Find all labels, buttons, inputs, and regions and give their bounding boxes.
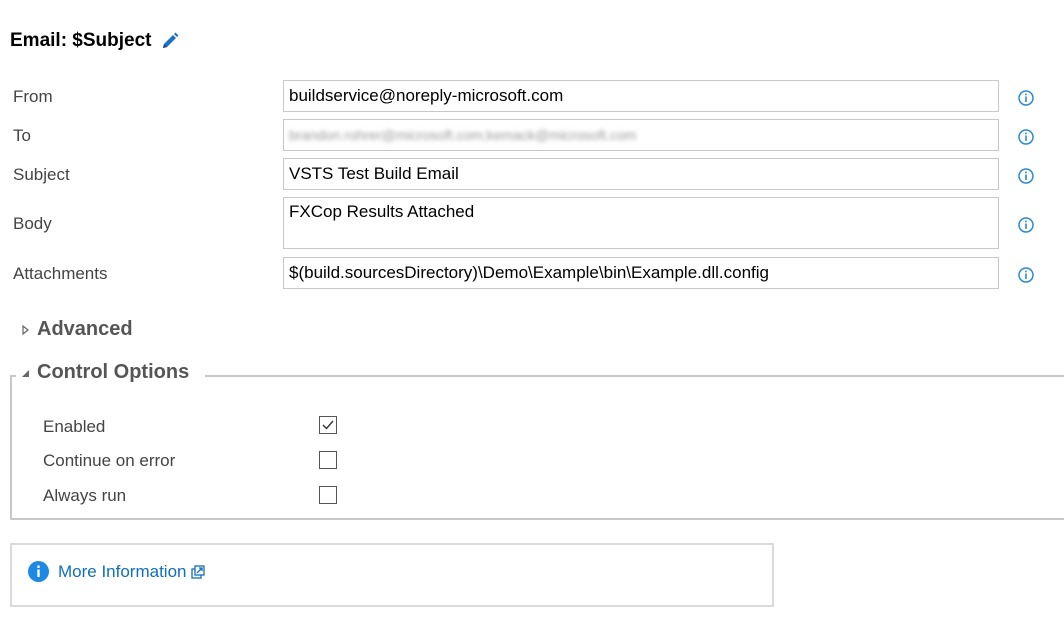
attachments-field-value: $(build.sourcesDirectory)\Demo\Example\b…: [289, 263, 769, 282]
attachments-field[interactable]: $(build.sourcesDirectory)\Demo\Example\b…: [283, 257, 999, 289]
body-field[interactable]: FXCop Results Attached: [283, 197, 999, 249]
info-icon: [28, 561, 49, 582]
control-options-section-label: Control Options: [37, 361, 190, 383]
always-run-checkbox[interactable]: [319, 486, 337, 504]
advanced-section-toggle[interactable]: Advanced: [20, 318, 133, 341]
control-options-divider-left: [10, 375, 16, 377]
from-info-icon[interactable]: [1018, 90, 1034, 106]
continue-on-error-checkbox[interactable]: [319, 451, 337, 469]
control-options-section-toggle[interactable]: Control Options: [20, 361, 194, 384]
external-link-icon: [190, 564, 205, 579]
advanced-section-label: Advanced: [37, 318, 133, 340]
subject-label: Subject: [13, 165, 70, 184]
body-info-icon[interactable]: [1018, 217, 1034, 233]
from-label: From: [13, 87, 53, 106]
to-label: To: [13, 126, 31, 145]
caret-down-icon: [22, 369, 29, 377]
always-run-label: Always run: [43, 486, 127, 505]
pencil-icon[interactable]: [160, 31, 180, 51]
caret-right-icon: [22, 324, 29, 335]
attachments-info-icon[interactable]: [1018, 267, 1034, 283]
control-options-panel: [10, 375, 1064, 520]
checkmark-icon: [322, 420, 334, 430]
subject-field-value: VSTS Test Build Email: [289, 164, 459, 183]
enabled-label: Enabled: [43, 417, 106, 436]
from-field-value: buildservice@noreply-microsoft.com: [289, 86, 564, 105]
enabled-checkbox[interactable]: [319, 416, 337, 434]
page-title-text: Email: $Subject: [10, 30, 152, 51]
control-options-divider: [205, 375, 1064, 377]
page-title: Email: $Subject: [10, 30, 180, 52]
from-field[interactable]: buildservice@noreply-microsoft.com: [283, 80, 999, 112]
subject-field[interactable]: VSTS Test Build Email: [283, 158, 999, 190]
more-info-label: More Information: [58, 561, 187, 581]
subject-info-icon[interactable]: [1018, 168, 1034, 184]
to-field-value: brandon.rohrer@microsoft.com;kemack@micr…: [289, 127, 637, 143]
attachments-label: Attachments: [13, 264, 108, 283]
body-label: Body: [13, 214, 52, 233]
to-field[interactable]: brandon.rohrer@microsoft.com;kemack@micr…: [283, 119, 999, 151]
body-field-value: FXCop Results Attached: [289, 202, 475, 221]
to-info-icon[interactable]: [1018, 129, 1034, 145]
more-info-link[interactable]: More Information: [28, 561, 205, 582]
continue-on-error-label: Continue on error: [43, 451, 176, 470]
